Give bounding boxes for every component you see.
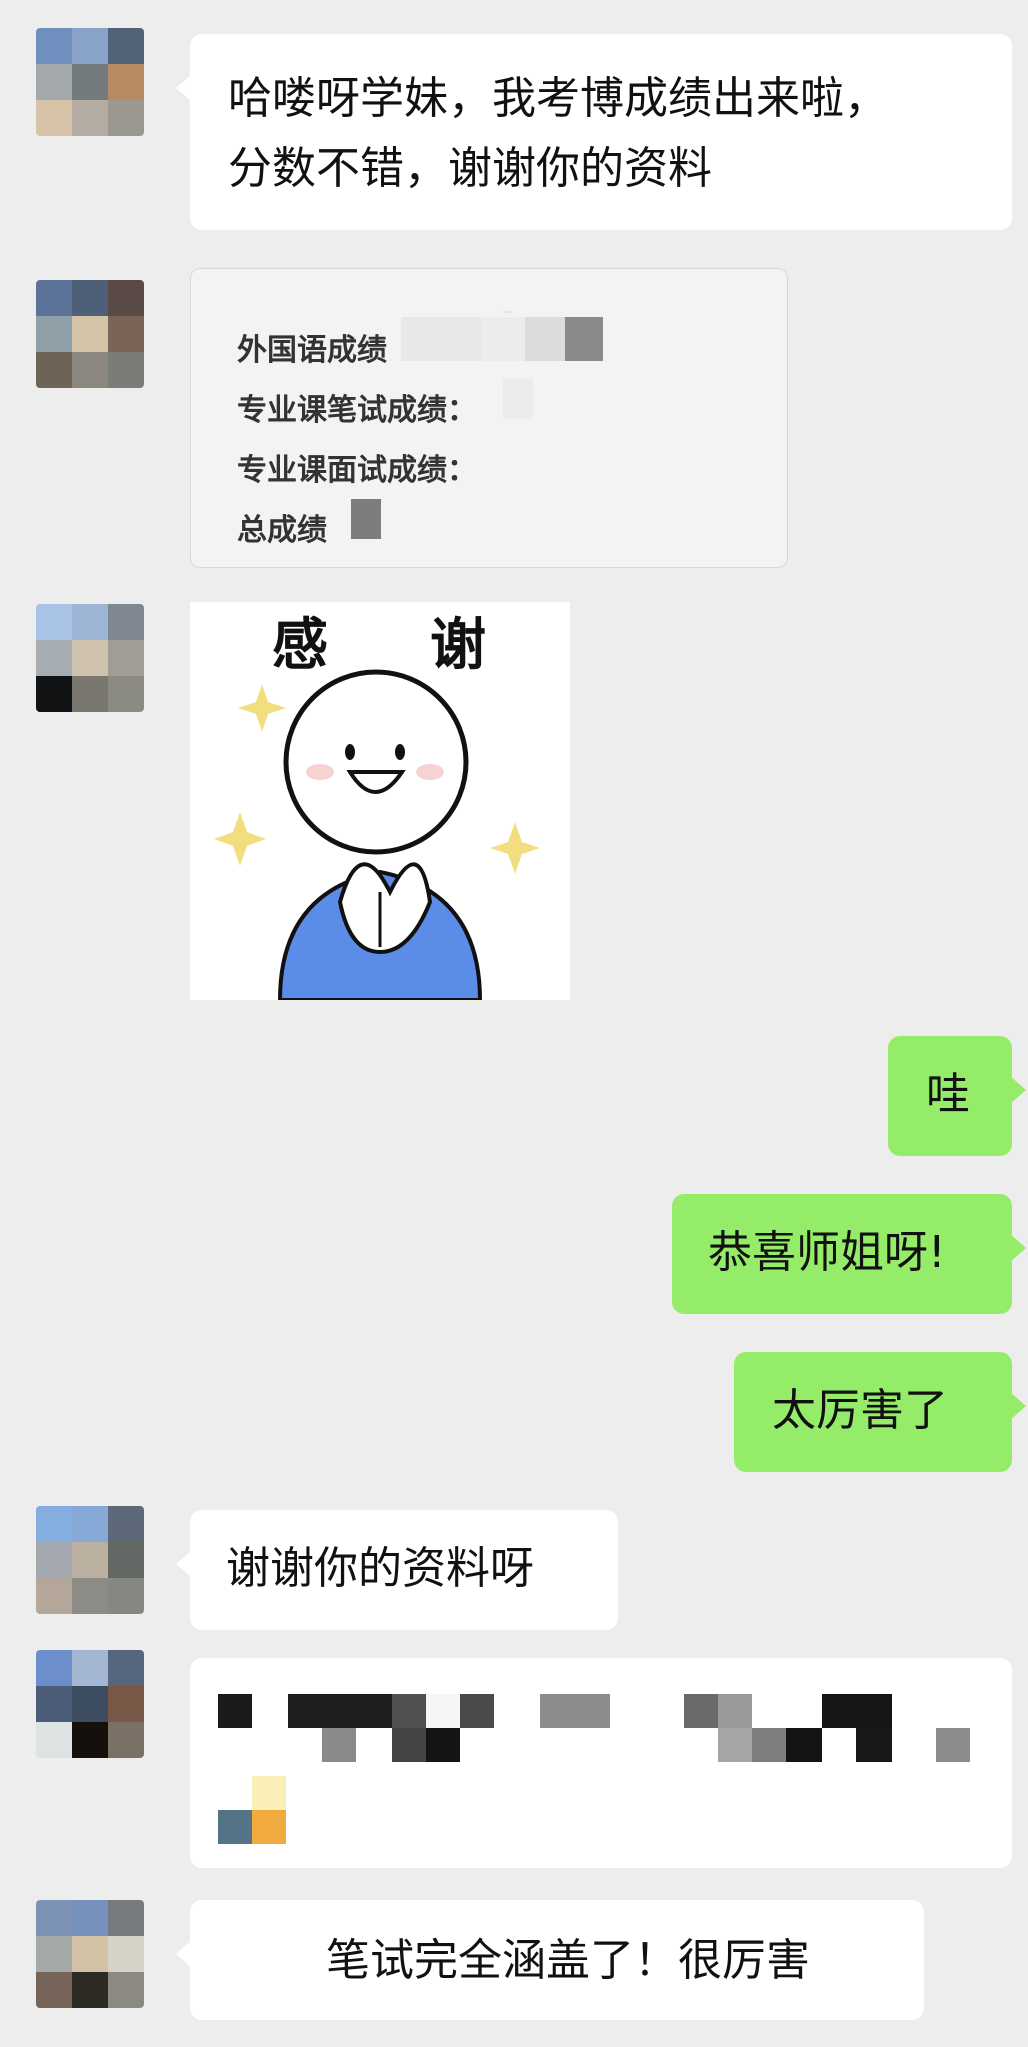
redaction-block	[392, 1728, 426, 1762]
redaction-block	[322, 1728, 356, 1762]
message-bubble[interactable]: 恭喜师姐呀!	[672, 1194, 1026, 1314]
redaction-block	[718, 1728, 752, 1762]
message-bubble[interactable]: 谢谢你的资料呀	[176, 1510, 618, 1630]
redaction-block	[218, 1810, 252, 1844]
score-card[interactable]: 外国语成绩 专业课笔试成绩： 专业课面试成绩： 总成绩	[190, 268, 788, 568]
score-line: 总成绩	[237, 513, 327, 548]
redaction-block	[401, 317, 481, 361]
redaction-block	[822, 1694, 892, 1728]
message-text: 谢谢你的资料呀	[226, 1543, 534, 1594]
message-row-3: 感 谢	[0, 600, 1028, 1005]
message-row-2: 外国语成绩 专业课笔试成绩： 专业课面试成绩： 总成绩	[0, 268, 1028, 568]
redaction-block	[481, 317, 525, 361]
redaction-block	[505, 323, 509, 327]
score-line: 外国语成绩	[237, 333, 387, 368]
redaction-block	[565, 317, 603, 361]
redaction-block	[218, 1694, 252, 1728]
message-text: 哇	[926, 1069, 970, 1120]
redaction-block	[856, 1728, 892, 1762]
sticker-title-right: 谢	[430, 613, 486, 678]
message-row-9: 笔试完全涵盖了！很厉害	[0, 1896, 1028, 2026]
redaction-block	[503, 311, 511, 313]
redaction-block	[392, 1694, 426, 1728]
redaction-block	[684, 1694, 718, 1728]
message-row-7: 谢谢你的资料呀	[0, 1504, 1028, 1630]
redaction-block	[540, 1694, 610, 1728]
redaction-block	[252, 1776, 286, 1810]
redaction-block	[718, 1694, 752, 1728]
redaction-block	[288, 1694, 392, 1728]
message-row-1: 哈喽呀学妹，我考博成绩出来啦， 分数不错，谢谢你的资料	[0, 28, 1028, 238]
message-text: 太厉害了	[772, 1385, 948, 1436]
message-bubble[interactable]: 太厉害了	[734, 1352, 1026, 1472]
avatar[interactable]	[36, 1650, 144, 1758]
message-row-5: 恭喜师姐呀!	[0, 1194, 1028, 1318]
score-line: 专业课面试成绩：	[237, 453, 477, 488]
message-text-line: 哈喽呀学妹，我考博成绩出来啦，	[228, 73, 888, 124]
redaction-block	[426, 1728, 460, 1762]
thank-you-sticker[interactable]: 感 谢	[190, 602, 570, 1002]
redaction-block	[426, 1694, 460, 1728]
avatar[interactable]	[36, 1506, 144, 1614]
avatar[interactable]	[36, 604, 144, 712]
message-bubble-redacted[interactable]	[190, 1658, 1012, 1868]
message-text: 笔试完全涵盖了！很厉害	[326, 1935, 810, 1986]
message-row-6: 太厉害了	[0, 1352, 1028, 1476]
sticker-title-left: 感	[272, 613, 328, 678]
message-row-4: 哇	[0, 1036, 1028, 1158]
message-text: 恭喜师姐呀!	[708, 1227, 946, 1278]
message-text-line: 分数不错，谢谢你的资料	[228, 143, 712, 194]
message-bubble[interactable]: 笔试完全涵盖了！很厉害	[176, 1900, 924, 2020]
avatar[interactable]	[36, 280, 144, 388]
avatar[interactable]	[36, 1900, 144, 2008]
redaction-block	[752, 1728, 786, 1762]
message-bubble[interactable]: 哈喽呀学妹，我考博成绩出来啦， 分数不错，谢谢你的资料	[176, 34, 1012, 230]
redaction-block	[460, 1694, 494, 1728]
redaction-block	[525, 317, 565, 361]
avatar[interactable]	[36, 28, 144, 136]
score-line: 专业课笔试成绩：	[237, 393, 477, 428]
message-bubble[interactable]: 哇	[888, 1036, 1026, 1156]
message-row-8	[0, 1648, 1028, 1868]
redaction-block	[503, 379, 533, 419]
redaction-block	[351, 499, 381, 539]
sticker-illustration-icon: 感 谢	[214, 613, 540, 1002]
redaction-block	[786, 1728, 822, 1762]
redaction-block	[936, 1728, 970, 1762]
redaction-block	[252, 1810, 286, 1844]
